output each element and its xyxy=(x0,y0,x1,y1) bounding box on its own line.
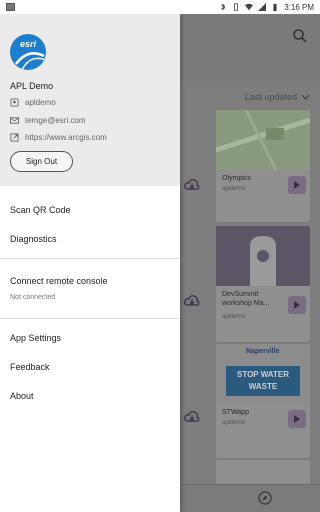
search-icon[interactable] xyxy=(292,28,308,44)
play-button[interactable] xyxy=(288,410,306,428)
clock: 3:16 PM xyxy=(284,2,314,12)
map-thumbnail xyxy=(215,109,311,171)
status-bar: 3:16 PM xyxy=(0,0,320,14)
image-notification-icon xyxy=(6,3,15,11)
app-bar xyxy=(180,14,320,82)
app-card[interactable]: DevSummit workshop Ma... apldemo xyxy=(216,226,310,342)
user-name: APL Demo xyxy=(10,81,54,91)
card-owner: apidemo xyxy=(222,186,246,192)
bluetooth-icon xyxy=(221,3,226,11)
devsummit-thumbnail xyxy=(216,226,310,286)
esri-logo: esri xyxy=(10,34,46,70)
stw-brand: Naperville xyxy=(246,348,280,355)
vibrate-icon xyxy=(234,3,239,11)
app-card-partial[interactable] xyxy=(216,460,310,484)
profile-header: esri APL Demo apldemo temge@esri.com htt… xyxy=(0,14,180,186)
play-icon xyxy=(294,415,300,423)
username: apldemo xyxy=(25,98,56,107)
cloud-download-icon[interactable] xyxy=(184,178,200,192)
divider xyxy=(0,318,180,319)
signal-icon xyxy=(258,3,267,11)
cloud-download-icon[interactable] xyxy=(184,294,200,308)
card-title: STWapp xyxy=(222,409,249,416)
battery-icon xyxy=(273,3,277,11)
stw-line2: WASTE xyxy=(248,382,278,391)
compass-icon[interactable] xyxy=(258,491,272,505)
sign-out-button[interactable]: Sign Out xyxy=(10,151,73,172)
stw-banner: STOP WATER WASTE xyxy=(226,366,300,396)
card-owner: apldemo xyxy=(222,314,246,320)
menu-item-feedback[interactable]: Feedback xyxy=(10,362,50,372)
cloud-download-icon[interactable] xyxy=(184,410,200,424)
play-icon xyxy=(294,301,300,309)
app-card[interactable]: Naperville STOP WATER WASTE STWapp apide… xyxy=(216,344,310,458)
username-row: apldemo xyxy=(10,98,56,107)
chevron-down-icon xyxy=(301,94,310,100)
menu-item-connect-console[interactable]: Connect remote console xyxy=(10,276,108,286)
stw-line1: STOP WATER xyxy=(236,370,289,379)
globe-icon xyxy=(15,52,46,70)
card-title: Olympics xyxy=(222,175,251,182)
menu-item-app-settings[interactable]: App Settings xyxy=(10,333,61,343)
divider xyxy=(0,258,180,259)
menu-item-diagnostics[interactable]: Diagnostics xyxy=(10,234,57,244)
email-row: temge@esri.com xyxy=(10,116,86,125)
bottom-bar xyxy=(180,484,320,512)
stw-thumbnail: Naperville STOP WATER WASTE xyxy=(216,344,310,404)
app-card[interactable]: Olympics apidemo xyxy=(215,109,311,222)
play-button[interactable] xyxy=(288,176,306,194)
card-title: DevSummit workshop Ma... xyxy=(222,291,270,307)
navigation-drawer: esri APL Demo apldemo temge@esri.com htt… xyxy=(0,14,180,512)
user-badge-icon xyxy=(10,98,19,107)
play-icon xyxy=(294,181,300,189)
play-button[interactable] xyxy=(288,296,306,314)
sort-dropdown[interactable]: Last updated xyxy=(245,92,310,102)
menu-item-about[interactable]: About xyxy=(10,391,34,401)
console-status: Not connected xyxy=(10,294,56,301)
portal-link-icon xyxy=(10,133,19,142)
email: temge@esri.com xyxy=(25,116,86,125)
wifi-icon xyxy=(245,3,254,11)
card-owner: apidemo xyxy=(222,420,246,426)
sort-label: Last updated xyxy=(244,92,297,102)
menu-item-scan-qr[interactable]: Scan QR Code xyxy=(10,205,71,215)
portal-url: https://www.arcgis.com xyxy=(25,133,107,142)
mail-icon xyxy=(10,117,19,124)
portal-row: https://www.arcgis.com xyxy=(10,133,107,142)
background-app: Last updated Olympics apidemo DevSummit … xyxy=(180,14,320,512)
